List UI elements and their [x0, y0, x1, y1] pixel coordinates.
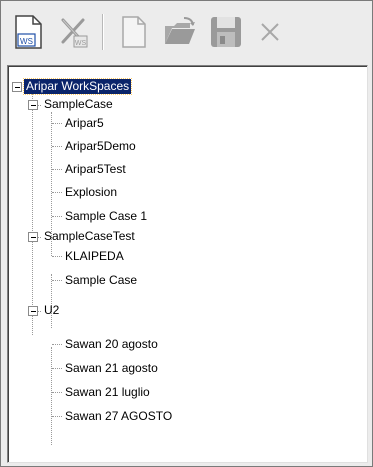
tree-leaf-node[interactable]: Sample Case 1 [63, 209, 149, 224]
save-case-button[interactable] [206, 12, 246, 52]
tree-leaf-node[interactable]: KLAIPEDA [63, 249, 126, 264]
workspace-tree[interactable]: Aripar WorkSpaces SampleCase Aripar5 Ari… [7, 65, 368, 463]
toolbar-separator [102, 14, 104, 50]
tree-leaf-node[interactable]: Aripar5Test [63, 162, 128, 177]
tree-group-node[interactable]: SampleCaseTest [42, 229, 137, 244]
tree-connector [52, 416, 62, 417]
tree-leaf-node[interactable]: Aripar5Demo [63, 139, 138, 154]
tree-leaf-node[interactable]: Sawan 21 agosto [63, 361, 160, 376]
save-icon [211, 17, 241, 47]
toolbar: WS WS [2, 2, 371, 60]
tree-root-node[interactable]: Aripar WorkSpaces [22, 78, 133, 95]
new-ws-icon: WS [15, 15, 42, 49]
tree-guide-line [51, 347, 52, 445]
tree-connector [52, 392, 62, 393]
delete-ws-icon: WS [61, 18, 88, 48]
delete-case-button[interactable] [250, 12, 290, 52]
tree-connector [52, 368, 62, 369]
tree-connector [52, 256, 62, 257]
tree-leaf-node[interactable]: Sawan 21 luglio [63, 385, 152, 400]
tree-connector [52, 146, 62, 147]
tree-connector [52, 344, 62, 345]
root-collapse-icon[interactable] [12, 82, 22, 92]
tree-leaf-node[interactable]: Sawan 27 AGOSTO [63, 409, 174, 424]
delete-ws-icon-text: WS [75, 40, 87, 47]
tree-connector [52, 216, 62, 217]
new-workspace-button[interactable]: WS [8, 12, 48, 52]
group-collapse-icon[interactable] [28, 232, 38, 242]
tree-leaf-node[interactable]: Aripar5 [63, 116, 106, 131]
new-case-button[interactable] [114, 12, 154, 52]
close-icon [261, 23, 279, 41]
tree-connector [52, 280, 62, 281]
workspace-window: WS WS Aripar WorkSpaces SampleCase Aripa… [0, 0, 373, 467]
tree-leaf-node[interactable]: Sample Case [63, 273, 139, 288]
tree-group-node[interactable]: U2 [42, 303, 61, 318]
tree-leaf-node[interactable]: Sawan 20 agosto [63, 337, 160, 352]
tree-group-node[interactable]: SampleCase [42, 97, 115, 112]
tree-connector [52, 123, 62, 124]
group-collapse-icon[interactable] [28, 100, 38, 110]
open-case-button[interactable] [160, 12, 200, 52]
delete-workspace-button[interactable]: WS [54, 12, 94, 52]
open-folder-icon [165, 17, 195, 44]
new-ws-icon-text: WS [20, 37, 33, 46]
tree-connector [52, 192, 62, 193]
tree-guide-line [32, 94, 33, 335]
tree-guide-line [51, 274, 52, 328]
tree-leaf-node[interactable]: Explosion [63, 185, 119, 200]
group-collapse-icon[interactable] [28, 306, 38, 316]
tree-connector [52, 169, 62, 170]
new-file-icon [122, 16, 146, 48]
